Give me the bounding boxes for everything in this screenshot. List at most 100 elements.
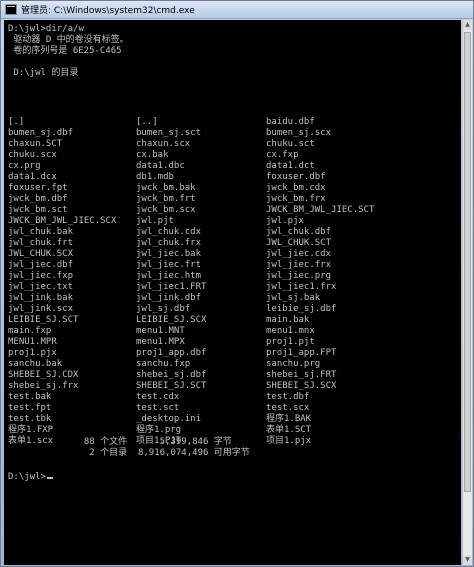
file-entry: [.] <box>8 117 25 127</box>
file-entry: foxuser.dbf <box>266 172 326 182</box>
file-entry: 项目1.pjx <box>266 436 312 446</box>
file-entry: jwl_sj.bak <box>266 293 321 303</box>
file-entry: _desktop.ini <box>136 414 202 424</box>
file-entry: jwl_sj.dbf <box>136 304 191 314</box>
file-entry: db1.mdb <box>136 172 174 182</box>
file-entry: jwl_jiec.frx <box>266 260 332 270</box>
file-entry: menu1.mnx <box>266 326 315 336</box>
file-entry: leibie_sj.dbf <box>266 304 337 314</box>
file-entry: cx.bak <box>136 150 169 160</box>
title-bar[interactable]: 管理员: C:\Windows\system32\cmd.exe <box>1 1 473 19</box>
file-entry: data1.dcx <box>8 172 57 182</box>
file-entry: jwck_bm.sct <box>8 205 68 215</box>
file-entry: 程序1.prg <box>136 425 182 435</box>
file-entry: JWCK_BM_JWL_JIEC.SCT <box>266 205 375 215</box>
file-entry: menu1.MNT <box>136 326 185 336</box>
file-entry: jwl_jink.bak <box>8 293 74 303</box>
window-title: 管理员: C:\Windows\system32\cmd.exe <box>21 6 195 16</box>
file-entry: jwl_jiec.cdx <box>266 249 332 259</box>
file-entry: jwck_bm.frt <box>136 194 196 204</box>
dir-count-summary: 2 个目录 8,916,074,496 可用字节 <box>8 448 250 458</box>
file-entry: proj1.pjx <box>8 348 57 358</box>
file-entry: cx.prg <box>8 161 41 171</box>
volume-serial-line: 卷的序列号是 6E25-C465 <box>8 46 122 56</box>
scroll-up-arrow-icon[interactable]: ▲ <box>463 20 472 30</box>
cmd-app-icon[interactable] <box>5 4 17 15</box>
file-entry: test.tbk <box>8 414 52 424</box>
file-entry: main.bak <box>266 315 310 325</box>
file-entry: SHEBEI_SJ.CDX <box>8 370 79 380</box>
file-entry: JWL_CHUK.SCT <box>266 238 332 248</box>
file-entry: 表单1.SCT <box>266 425 312 435</box>
file-entry: jwl_jiec.dbf <box>8 260 74 270</box>
file-entry: main.fxp <box>8 326 52 336</box>
file-entry: test.dbf <box>266 392 310 402</box>
file-entry: [..] <box>136 117 158 127</box>
file-entry: jwl_jiec1.FRT <box>136 282 207 292</box>
file-entry: jwl_chuk.frt <box>8 238 74 248</box>
file-entry: jwl_chuk.frx <box>136 238 202 248</box>
scrollbar-thumb[interactable] <box>464 32 471 492</box>
file-entry: test.scx <box>266 403 310 413</box>
file-entry: jwck_bm.cdx <box>266 183 326 193</box>
file-entry: proj1_app.dbf <box>136 348 207 358</box>
file-entry: 程序1.FXP <box>8 425 54 435</box>
file-entry: chaxun.scx <box>136 139 191 149</box>
file-entry: jwl_chuk.bak <box>8 227 74 237</box>
file-entry: jwl_jink.dbf <box>136 293 202 303</box>
file-entry: proj1_app.FPT <box>266 348 337 358</box>
file-entry: SHEBEI_SJ.SCX <box>266 381 337 391</box>
file-entry: foxuser.fpt <box>8 183 68 193</box>
file-entry: bumen_sj.dbf <box>8 128 74 138</box>
file-entry: JWL_CHUK.SCX <box>8 249 74 259</box>
file-entry: test.bak <box>8 392 52 402</box>
file-entry: bumen_sj.sct <box>136 128 202 138</box>
text-cursor <box>46 477 53 479</box>
file-entry: data1.dct <box>266 161 315 171</box>
file-entry: shebei_sj.dbf <box>136 370 207 380</box>
file-entry: jwl.pjx <box>266 216 304 226</box>
file-entry: jwck_bm.dbf <box>8 194 68 204</box>
file-entry: shebei_sj.frx <box>8 381 79 391</box>
file-entry: jwl_chuk.cdx <box>136 227 202 237</box>
file-entry: 程序1.BAK <box>266 414 312 424</box>
file-entry: chuku.scx <box>8 150 57 160</box>
file-entry: sanchu.fxp <box>136 359 191 369</box>
file-entry: jwl_jiec1.frx <box>266 282 337 292</box>
command-line: D:\jwl>dir/a/w <box>8 24 84 34</box>
file-entry: MENU1.MPR <box>8 337 57 347</box>
file-entry: baidu.dbf <box>266 117 315 127</box>
file-entry: chuku.sct <box>266 139 315 149</box>
file-entry: SHEBEI_SJ.SCT <box>136 381 207 391</box>
file-entry: test.cdx <box>136 392 180 402</box>
file-entry: chaxun.SCT <box>8 139 63 149</box>
file-entry: JWCK_BM_JWL_JIEC.SCX <box>8 216 117 226</box>
file-entry: jwl_jiec.prg <box>266 271 332 281</box>
file-entry: test.sct <box>136 403 180 413</box>
console-output[interactable]: D:\jwl>dir/a/w 驱动器 D 中的卷没有标签。 卷的序列号是 6E2… <box>4 20 461 565</box>
volume-label-line: 驱动器 D 中的卷没有标签。 <box>8 35 129 45</box>
file-entry: data1.dbc <box>136 161 185 171</box>
file-entry: jwl_jiec.txt <box>8 282 74 292</box>
file-count-summary: 88 个文件 5,399,846 字节 <box>8 437 232 447</box>
file-entry: menu1.MPX <box>136 337 185 347</box>
vertical-scrollbar[interactable]: ▲ ▼ <box>462 20 472 565</box>
file-entry: jwl_jiec.frt <box>136 260 202 270</box>
file-entry: test.fpt <box>8 403 52 413</box>
file-entry: jwl_jiec.fxp <box>8 271 74 281</box>
file-entry: LEIBIE_SJ.SCT <box>8 315 79 325</box>
file-entry: jwl_jink.scx <box>8 304 74 314</box>
file-entry: jwl.pjt <box>136 216 174 226</box>
file-entry: sanchu.bak <box>8 359 63 369</box>
file-entry: shebei_sj.FRT <box>266 370 337 380</box>
directory-header: D:\jwl 的目录 <box>8 68 79 78</box>
scroll-down-arrow-icon[interactable]: ▼ <box>463 555 472 565</box>
file-entry: jwck_bm.bak <box>136 183 196 193</box>
file-entry: proj1.pjt <box>266 337 315 347</box>
file-entry: jwl_chuk.dbf <box>266 227 332 237</box>
file-entry: jwl_jiec.htm <box>136 271 202 281</box>
prompt-line[interactable]: D:\jwl> <box>8 472 53 483</box>
prompt-text: D:\jwl> <box>8 472 46 482</box>
file-entry: sanchu.prg <box>266 359 321 369</box>
file-entry: cx.fxp <box>266 150 299 160</box>
